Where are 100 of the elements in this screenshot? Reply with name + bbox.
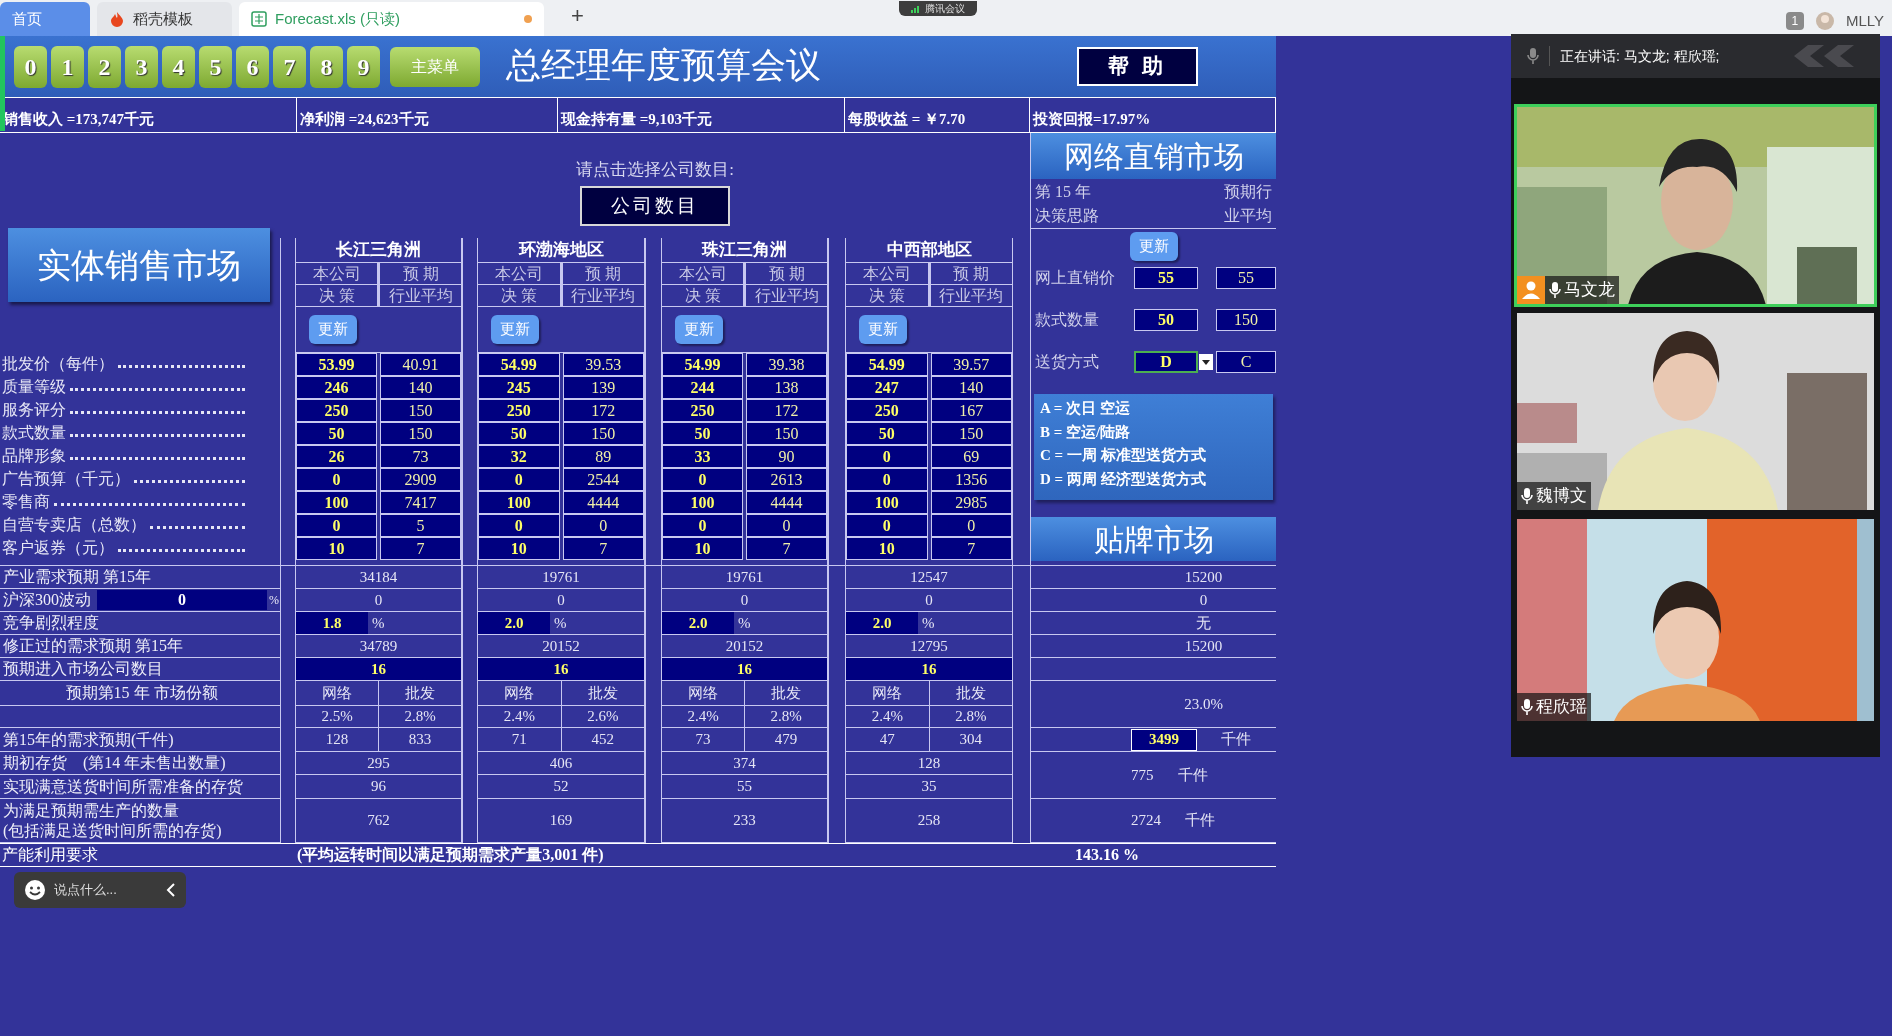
decision-cell[interactable]: 0 bbox=[846, 445, 928, 468]
field-label: 网上直销价 bbox=[1034, 268, 1116, 288]
average-cell: 1356 bbox=[930, 468, 1012, 491]
decision-cell[interactable]: 100 bbox=[478, 491, 560, 514]
table-cell-text: 2.8% bbox=[403, 707, 437, 727]
chat-input[interactable]: 说点什么... bbox=[54, 880, 149, 900]
decision-cell[interactable]: 0 bbox=[478, 514, 560, 537]
decision-cell[interactable]: 0 bbox=[846, 514, 928, 537]
decision-cell[interactable]: 100 bbox=[662, 491, 743, 514]
browser-tab[interactable]: Forecast.xls (只读) bbox=[239, 2, 544, 36]
average-cell: 138 bbox=[746, 376, 827, 399]
decision-cell[interactable]: 0 bbox=[846, 468, 928, 491]
row-label: 期初存货 (第14 年未售出数量) bbox=[3, 753, 226, 773]
table-cell: 2.4% bbox=[846, 706, 930, 727]
table-cell-text: 2724 bbox=[1131, 811, 1161, 831]
decision-cell[interactable]: 54.99 bbox=[846, 353, 928, 376]
video-tile[interactable]: 马文龙 bbox=[1514, 104, 1877, 307]
kpi-cell: 现金持有量 =9,103千元 bbox=[558, 98, 845, 132]
browser-tab[interactable]: 稻壳模板 bbox=[97, 2, 232, 36]
average-cell: 39.38 bbox=[746, 353, 827, 376]
unit-label: % bbox=[553, 613, 567, 633]
decision-cell[interactable]: 50 bbox=[846, 422, 928, 445]
average-cell: 140 bbox=[930, 376, 1012, 399]
help-button[interactable]: 帮 助 bbox=[1077, 47, 1198, 86]
row-label: 沪深300波动 bbox=[3, 590, 91, 610]
decision-cell[interactable]: 32 bbox=[478, 445, 560, 468]
decision-cell[interactable]: 50 bbox=[296, 422, 377, 445]
average-cell: 139 bbox=[562, 376, 644, 399]
table-cell-text: 15200 bbox=[1184, 567, 1223, 587]
average-cell: 5 bbox=[380, 514, 461, 537]
decision-cell[interactable]: 10 bbox=[846, 537, 928, 560]
average-cell: 167 bbox=[930, 399, 1012, 422]
decision-cell[interactable]: 0 bbox=[662, 514, 743, 537]
capacity-note: (平均运转时间以满足预期需求产量3,001 件) bbox=[297, 845, 605, 866]
decision-cell[interactable]: 250 bbox=[846, 399, 928, 422]
decision-cell[interactable]: 244 bbox=[662, 376, 743, 399]
meeting-badge[interactable]: 腾讯会议 bbox=[898, 1, 977, 16]
column-header: 决 策 bbox=[662, 285, 746, 306]
decision-cell[interactable]: 54.99 bbox=[662, 353, 743, 376]
table-cell: 233 bbox=[662, 799, 827, 843]
decision-cell[interactable]: 250 bbox=[662, 399, 743, 422]
table-cell: 52 bbox=[478, 775, 644, 799]
table-cell: 2.0 bbox=[478, 612, 550, 634]
average-cell: 7 bbox=[746, 537, 827, 560]
average-cell: 2909 bbox=[380, 468, 461, 491]
video-tile[interactable]: 程欣瑶 bbox=[1514, 516, 1877, 724]
decision-cell[interactable]: 245 bbox=[478, 376, 560, 399]
decision-cell[interactable]: 10 bbox=[662, 537, 743, 560]
table-cell: 19761 bbox=[662, 566, 827, 589]
row-label: 款式数量 bbox=[2, 422, 66, 443]
dropdown-icon[interactable] bbox=[1199, 354, 1213, 370]
decision-cell[interactable]: 100 bbox=[846, 491, 928, 514]
decision-cell[interactable]: 26 bbox=[296, 445, 377, 468]
table-cell-text: 无 bbox=[1196, 613, 1211, 633]
table-cell: 73 bbox=[662, 728, 745, 751]
decision-cell[interactable]: 246 bbox=[296, 376, 377, 399]
table-cell: 374 bbox=[662, 752, 827, 775]
average-cell: 90 bbox=[746, 445, 827, 468]
decision-cell[interactable]: 247 bbox=[846, 376, 928, 399]
microphone-icon bbox=[1549, 281, 1561, 299]
decision-cell[interactable]: 0 bbox=[662, 468, 743, 491]
microphone-icon bbox=[1521, 698, 1533, 716]
average-cell: 55 bbox=[1216, 267, 1276, 289]
decision-cell[interactable]: 33 bbox=[662, 445, 743, 468]
new-tab-button[interactable]: + bbox=[571, 0, 584, 32]
decision-cell[interactable]: 250 bbox=[478, 399, 560, 422]
account-name[interactable]: MLLY bbox=[1845, 9, 1884, 32]
decision-cell[interactable]: 100 bbox=[296, 491, 377, 514]
collapse-chevron-icon[interactable] bbox=[166, 883, 176, 897]
unit-label: % bbox=[269, 592, 279, 609]
average-cell: 73 bbox=[380, 445, 461, 468]
decision-cell[interactable]: 0 bbox=[478, 468, 560, 491]
microphone-icon bbox=[1527, 47, 1539, 65]
decision-cell[interactable]: 50 bbox=[1134, 309, 1198, 331]
decision-cell[interactable]: 54.99 bbox=[478, 353, 560, 376]
decision-cell[interactable]: D bbox=[1134, 351, 1198, 373]
company-count-button[interactable]: 公司数目 bbox=[580, 186, 730, 226]
table-cell: 16 bbox=[662, 658, 827, 681]
decision-cell[interactable]: 250 bbox=[296, 399, 377, 422]
average-cell: 150 bbox=[562, 422, 644, 445]
decision-cell[interactable]: 10 bbox=[296, 537, 377, 560]
online-market-header: 网络直销市场 bbox=[1031, 133, 1276, 179]
table-cell-text: 452 bbox=[590, 730, 615, 750]
row-label: 为满足预期需生产的数量 bbox=[3, 800, 180, 821]
decision-cell[interactable]: 0 bbox=[296, 468, 377, 491]
physical-market-button[interactable]: 实体销售市场 bbox=[8, 228, 270, 302]
chat-bar[interactable]: 说点什么... bbox=[14, 872, 186, 908]
table-cell: 2.0 bbox=[846, 612, 918, 634]
decision-cell[interactable]: 50 bbox=[478, 422, 560, 445]
video-tile[interactable]: 魏博文 bbox=[1514, 310, 1877, 513]
column-header: 行业平均 bbox=[938, 285, 1005, 306]
decision-cell[interactable]: 0 bbox=[296, 514, 377, 537]
decision-cell[interactable]: 10 bbox=[478, 537, 560, 560]
decision-cell[interactable]: 55 bbox=[1134, 267, 1198, 289]
average-cell: 172 bbox=[562, 399, 644, 422]
smiley-icon[interactable] bbox=[24, 879, 46, 901]
index-input[interactable]: 0 bbox=[97, 590, 267, 610]
table-cell-text: 15200 bbox=[1184, 636, 1223, 656]
decision-cell[interactable]: 50 bbox=[662, 422, 743, 445]
decision-cell[interactable]: 53.99 bbox=[296, 353, 377, 376]
